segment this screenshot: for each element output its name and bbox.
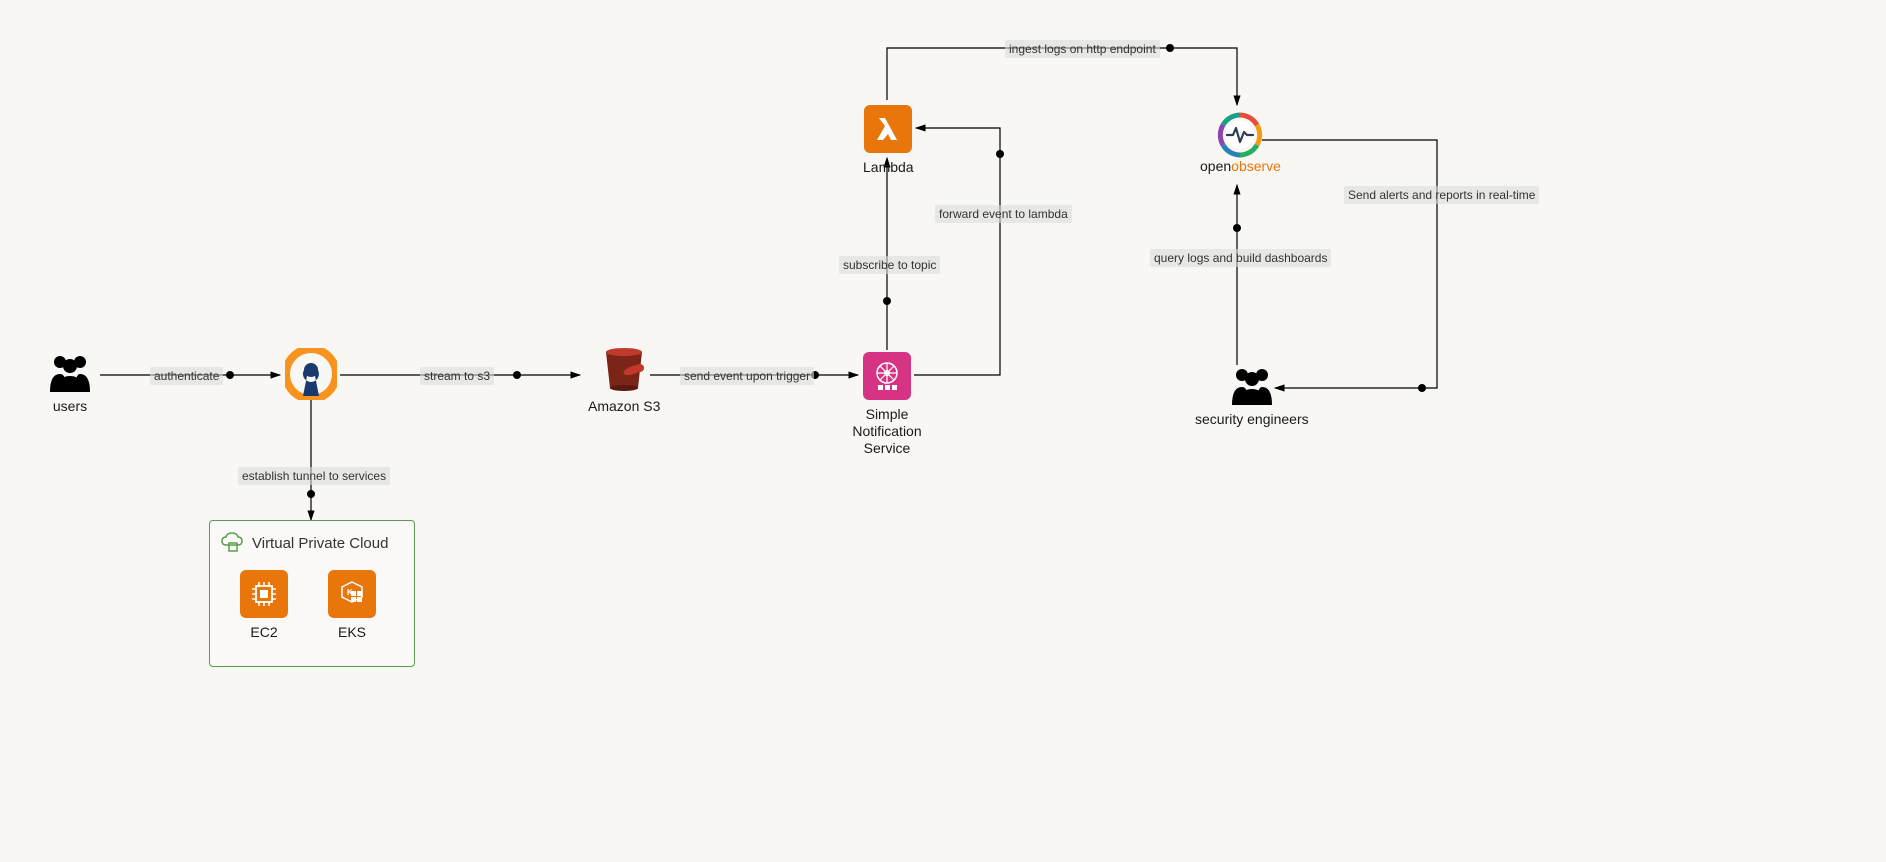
- ec2-label: EC2: [250, 624, 277, 641]
- edge-authenticate: authenticate: [150, 367, 223, 385]
- edge-stream-s3: stream to s3: [420, 367, 494, 385]
- brand-open: open: [1200, 158, 1231, 174]
- users-icon: [45, 352, 95, 392]
- connectors-layer: [0, 0, 1886, 862]
- edge-query-logs: query logs and build dashboards: [1150, 249, 1331, 267]
- edge-send-event: send event upon trigger: [680, 367, 814, 385]
- node-ec2: EC2: [240, 570, 288, 641]
- edge-subscribe: subscribe to topic: [839, 256, 940, 274]
- sec-eng-label: security engineers: [1195, 411, 1309, 428]
- vpc-container: Virtual Private Cloud: [209, 520, 415, 667]
- svg-text:K: K: [347, 588, 353, 597]
- node-lambda: Lambda: [863, 105, 914, 176]
- s3-label: Amazon S3: [588, 398, 660, 415]
- node-openobserve: openobserve: [1200, 112, 1281, 174]
- node-sec-eng: security engineers: [1195, 365, 1309, 428]
- node-sns: Simple Notification Service: [863, 352, 911, 456]
- brand-observe: observe: [1231, 158, 1281, 174]
- lambda-label: Lambda: [863, 159, 914, 176]
- openvpn-icon: [285, 348, 337, 400]
- edge-send-alerts: Send alerts and reports in real-time: [1344, 186, 1539, 204]
- node-vpn: [285, 348, 337, 400]
- openobserve-icon: [1217, 112, 1263, 158]
- edge-establish-tunnel: establish tunnel to services: [238, 467, 390, 485]
- edge-ingest-logs: ingest logs on http endpoint: [1005, 40, 1160, 58]
- eks-icon: K: [328, 570, 376, 618]
- lambda-icon: [864, 105, 912, 153]
- node-s3: Amazon S3: [588, 348, 660, 415]
- node-users: users: [45, 352, 95, 415]
- sns-icon: [863, 352, 911, 400]
- sns-label: Simple Notification Service: [852, 406, 921, 456]
- s3-icon: [598, 348, 650, 392]
- edge-forward-lambda: forward event to lambda: [935, 205, 1072, 223]
- ec2-icon: [240, 570, 288, 618]
- engineers-icon: [1227, 365, 1277, 405]
- users-label: users: [53, 398, 87, 415]
- openobserve-label: openobserve: [1200, 158, 1281, 174]
- vpc-title: Virtual Private Cloud: [252, 535, 388, 552]
- node-eks: K EKS: [328, 570, 376, 641]
- vpc-icon: [220, 531, 244, 555]
- eks-label: EKS: [338, 624, 366, 641]
